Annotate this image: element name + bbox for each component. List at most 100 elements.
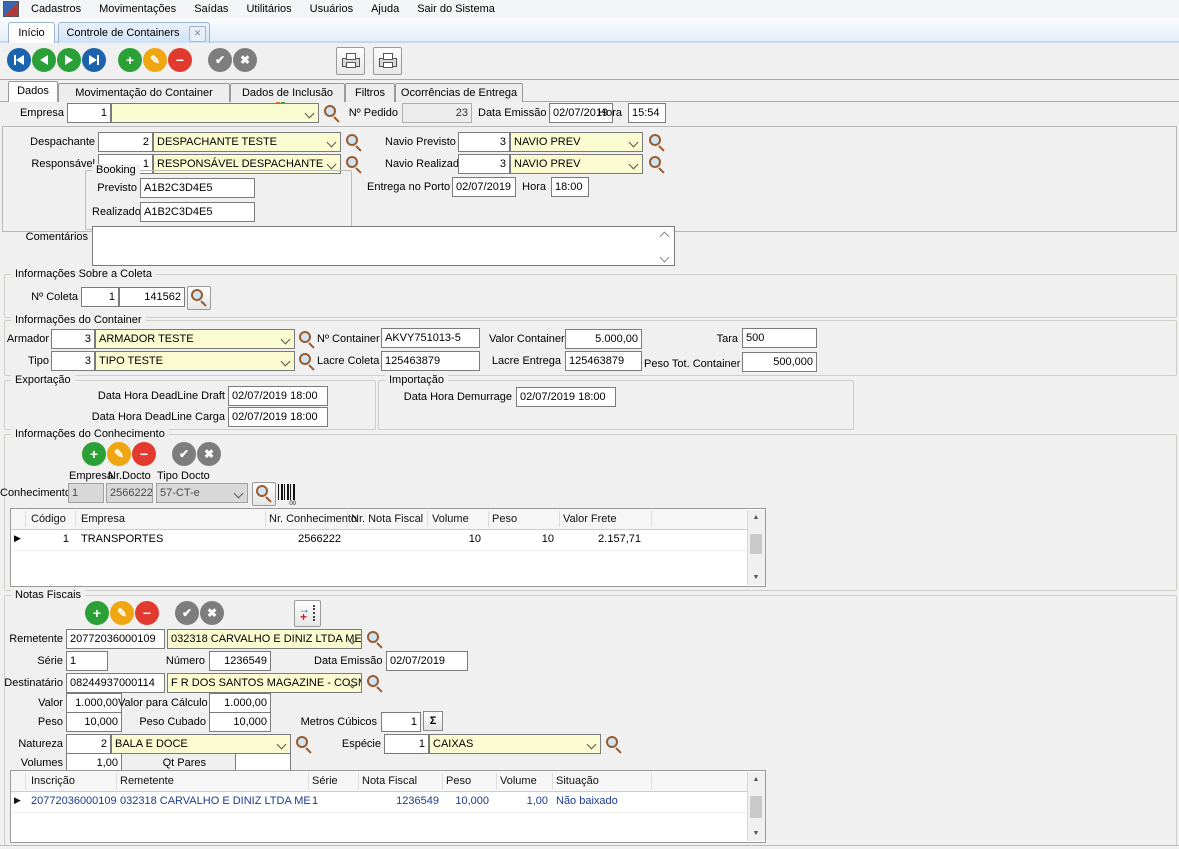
conhecimento-delete-button[interactable]: − <box>132 442 156 466</box>
numero-field[interactable]: 1236549 <box>209 651 271 671</box>
col-nota-fiscal[interactable]: Nota Fiscal <box>362 775 417 787</box>
nf-data-emissao-field[interactable]: 02/07/2019 <box>386 651 468 671</box>
tab-dados[interactable]: Dados <box>8 81 58 102</box>
armador-search-icon[interactable] <box>298 330 315 348</box>
peso-cubado-field[interactable]: 10,000 <box>209 712 271 732</box>
despachante-search-icon[interactable] <box>345 133 362 151</box>
menu-cadastros[interactable]: Cadastros <box>22 0 90 18</box>
print-preview-button[interactable] <box>336 47 365 75</box>
tab-ocorrencias-de-entrega[interactable]: Ocorrências de Entrega <box>395 83 523 102</box>
serie-field[interactable]: 1 <box>66 651 108 671</box>
nf-post-button[interactable]: ✔ <box>175 601 199 625</box>
conhecimento-search-button[interactable] <box>252 482 276 506</box>
col-serie[interactable]: Série <box>312 775 338 787</box>
col-valor-frete[interactable]: Valor Frete <box>563 513 617 525</box>
valor-field[interactable]: 1.000,00 <box>66 693 122 713</box>
tab-controle-de-containers[interactable]: Controle de Containers ✕ <box>58 22 210 43</box>
peso-tot-container-field[interactable]: 500,000 <box>742 352 817 372</box>
natureza-search-icon[interactable] <box>295 735 312 753</box>
close-icon[interactable]: ✕ <box>189 26 206 42</box>
deadline-carga-field[interactable]: 02/07/2019 18:00 <box>228 407 328 427</box>
navio-realizado-code-field[interactable]: 3 <box>458 154 510 174</box>
cancel-record-button[interactable]: ✖ <box>233 48 257 72</box>
n-container-field[interactable]: AKVY751013-5 <box>381 328 480 348</box>
menu-ajuda[interactable]: Ajuda <box>362 0 408 18</box>
especie-search-icon[interactable] <box>605 735 622 753</box>
demurrage-field[interactable]: 02/07/2019 18:00 <box>516 387 616 407</box>
col-peso[interactable]: Peso <box>492 513 517 525</box>
destinatario-combo[interactable]: F R DOS SANTOS MAGAZINE - COSMOPC <box>167 673 362 693</box>
destinatario-cnpj-field[interactable]: 08244937000114 <box>66 673 165 693</box>
chevron-down-icon[interactable] <box>281 357 291 367</box>
post-record-button[interactable]: ✔ <box>208 48 232 72</box>
peso-field[interactable]: 10,000 <box>66 712 122 732</box>
chevron-down-icon[interactable] <box>629 160 639 170</box>
navio-previsto-combo[interactable]: NAVIO PREV <box>510 132 643 152</box>
especie-combo[interactable]: CAIXAS <box>429 734 601 754</box>
tipo-code-field[interactable]: 3 <box>51 351 95 371</box>
scroll-down-icon[interactable]: ▼ <box>748 570 764 585</box>
conhecimento-cancel-button[interactable]: ✖ <box>197 442 221 466</box>
nf-insert-button[interactable]: + <box>85 601 109 625</box>
chevron-down-icon[interactable] <box>629 138 639 148</box>
navio-realizado-combo[interactable]: NAVIO PREV <box>510 154 643 174</box>
last-record-button[interactable] <box>82 48 106 72</box>
col-nr-conhecimento[interactable]: Nr. Conhecimento <box>269 513 357 525</box>
notas-fiscais-grid-scrollbar[interactable]: ▲ ▼ <box>747 772 765 841</box>
col-volume[interactable]: Volume <box>432 513 469 525</box>
entrega-hora-field[interactable]: 18:00 <box>551 177 589 197</box>
delete-record-button[interactable]: − <box>168 48 192 72</box>
nf-delete-button[interactable]: − <box>135 601 159 625</box>
conhecimento-grid-scrollbar[interactable]: ▲ ▼ <box>747 510 765 585</box>
col-volume[interactable]: Volume <box>500 775 537 787</box>
despachante-combo[interactable]: DESPACHANTE TESTE <box>153 132 341 152</box>
scroll-up-icon[interactable]: ▲ <box>748 772 764 787</box>
scroll-up-icon[interactable]: ▲ <box>748 510 764 525</box>
chevron-down-icon[interactable] <box>327 138 337 148</box>
empresa-code-field[interactable]: 1 <box>67 103 111 123</box>
nf-cancel-button[interactable]: ✖ <box>200 601 224 625</box>
insert-record-button[interactable]: + <box>118 48 142 72</box>
col-empresa[interactable]: Empresa <box>81 513 125 525</box>
tipo-search-icon[interactable] <box>298 352 315 370</box>
valor-para-calculo-field[interactable]: 1.000,00 <box>209 693 271 713</box>
col-nr-nota-fiscal[interactable]: Nr. Nota Fiscal <box>351 513 423 525</box>
tipo-combo[interactable]: TIPO TESTE <box>95 351 295 371</box>
menu-movimentacoes[interactable]: Movimentações <box>90 0 185 18</box>
natureza-combo[interactable]: BALA E DOCE <box>111 734 291 754</box>
despachante-code-field[interactable]: 2 <box>98 132 153 152</box>
conhecimento-edit-button[interactable]: ✎ <box>107 442 131 466</box>
menu-utilitarios[interactable]: Utilitários <box>237 0 300 18</box>
empresa-combo[interactable] <box>111 103 319 123</box>
navio-previsto-search-icon[interactable] <box>648 133 665 151</box>
scroll-down-icon[interactable]: ▼ <box>748 826 764 841</box>
chevron-down-icon[interactable] <box>277 740 287 750</box>
remetente-search-icon[interactable] <box>366 630 383 648</box>
n-coleta-number-field[interactable]: 141562 <box>119 287 185 307</box>
sum-button[interactable]: Σ <box>423 711 443 731</box>
chevron-down-icon[interactable] <box>327 160 337 170</box>
chevron-down-icon[interactable] <box>281 335 291 345</box>
empresa-search-icon[interactable] <box>323 104 340 122</box>
tab-filtros[interactable]: Filtros <box>345 83 395 102</box>
natureza-code-field[interactable]: 2 <box>66 734 111 754</box>
col-codigo[interactable]: Código <box>31 513 66 525</box>
col-inscricao[interactable]: Inscrição <box>31 775 75 787</box>
destinatario-search-icon[interactable] <box>366 674 383 692</box>
col-peso[interactable]: Peso <box>446 775 471 787</box>
menu-saidas[interactable]: Saídas <box>185 0 237 18</box>
tab-dados-de-inclusao[interactable]: Dados de Inclusão <box>230 83 345 102</box>
booking-previsto-field[interactable]: A1B2C3D4E5 <box>140 178 255 198</box>
armador-code-field[interactable]: 3 <box>51 329 95 349</box>
remetente-combo[interactable]: 032318 CARVALHO E DINIZ LTDA ME <box>167 629 362 649</box>
navio-previsto-code-field[interactable]: 3 <box>458 132 510 152</box>
tab-movimentacao-do-container[interactable]: Movimentação do Container <box>58 83 230 102</box>
barcode-icon[interactable] <box>278 484 295 500</box>
chevron-down-icon[interactable] <box>305 109 315 119</box>
n-coleta-search-button[interactable] <box>187 286 211 310</box>
especie-code-field[interactable]: 1 <box>384 734 429 754</box>
next-record-button[interactable] <box>57 48 81 72</box>
nf-import-items-button[interactable]: → + <box>294 600 321 627</box>
menu-usuarios[interactable]: Usuários <box>301 0 362 18</box>
tab-inicio[interactable]: Início <box>8 22 55 43</box>
